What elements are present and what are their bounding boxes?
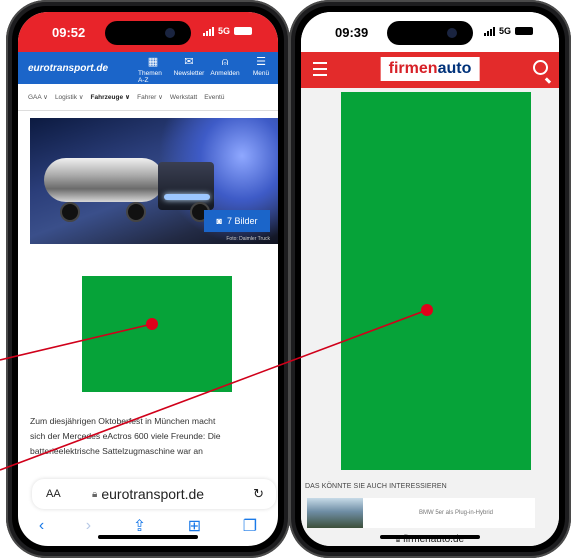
- status-time: 09:39: [335, 25, 369, 40]
- bookmarks-icon[interactable]: ⊞: [188, 516, 201, 536]
- nav-label: Newsletter: [173, 70, 205, 77]
- site-logo[interactable]: eurotransport.de: [28, 63, 108, 74]
- logo-part-firmen: firmen: [388, 60, 438, 77]
- dynamic-island: [387, 21, 473, 45]
- recommendation-title: BMW 5er als Plug-in-Hybrid: [419, 510, 494, 516]
- reload-icon[interactable]: ↻: [253, 486, 264, 502]
- category-fahrzeuge[interactable]: Fahrzeuge ∨: [91, 93, 131, 101]
- user-icon: ⍝: [221, 56, 229, 68]
- share-icon[interactable]: ⇪: [133, 516, 146, 536]
- hero-truck-lights: [164, 194, 210, 200]
- marker-dot-2: [421, 304, 433, 316]
- hero-wheel: [60, 202, 80, 222]
- camera-icon: ◙: [216, 216, 222, 226]
- screen-eurotransport: 09:52 5G eurotransport.de ▦ Themen A-Z ✉…: [18, 12, 278, 546]
- mail-icon: ✉: [184, 56, 194, 68]
- category-logistik[interactable]: Logistik ∨: [55, 93, 84, 101]
- phone-eurotransport: 09:52 5G eurotransport.de ▦ Themen A-Z ✉…: [6, 0, 290, 558]
- grid-icon: ▦: [147, 56, 159, 68]
- status-indicators: 5G: [483, 26, 533, 36]
- logo-part-auto: auto: [437, 60, 472, 77]
- nav-anmelden[interactable]: ⍝ Anmelden: [210, 56, 240, 84]
- network-label: 5G: [217, 26, 230, 36]
- ad-placeholder: [341, 92, 531, 470]
- search-icon[interactable]: [533, 60, 548, 75]
- signal-icon: [202, 26, 214, 36]
- address-bar[interactable]: AA 🔒︎ eurotransport.de ↻: [32, 479, 276, 509]
- category-fahrer[interactable]: Fahrer ∨: [137, 93, 163, 101]
- photo-credit: Foto: Daimler Truck: [226, 236, 270, 242]
- status-time: 09:52: [52, 25, 86, 40]
- camera-icon: [447, 28, 457, 38]
- tabs-icon[interactable]: ❐: [243, 516, 257, 536]
- camera-icon: [165, 28, 175, 38]
- signal-icon: [483, 26, 495, 36]
- dynamic-island: [105, 21, 191, 45]
- recommendations-heading: DAS KÖNNTE SIE AUCH INTERESSIEREN: [305, 483, 447, 490]
- hamburger-menu-icon[interactable]: [313, 62, 327, 76]
- back-icon[interactable]: ‹: [39, 517, 44, 535]
- nav-newsletter[interactable]: ✉ Newsletter: [173, 56, 205, 84]
- url-text: eurotransport.de: [101, 486, 205, 502]
- reader-options-button[interactable]: AA: [46, 488, 61, 500]
- article-line: Zum diesjährigen Oktoberfest in München …: [30, 416, 216, 426]
- marker-dot-1: [146, 318, 158, 330]
- article-line: sich der Mercedes eActros 600 viele Freu…: [30, 431, 221, 441]
- url-display[interactable]: 🔒︎ eurotransport.de: [92, 486, 204, 502]
- screen-firmenauto: 09:39 5G firmenauto DAS KÖNNTE SIE AUCH …: [301, 12, 559, 546]
- ad-placeholder: [82, 276, 232, 392]
- home-indicator[interactable]: [380, 535, 480, 539]
- home-indicator[interactable]: [98, 535, 198, 539]
- nav-label: Themen A-Z: [138, 70, 162, 84]
- hero-tank-trailer: [44, 158, 164, 202]
- article-text: Zum diesjährigen Oktoberfest in München …: [30, 414, 278, 459]
- category-werkstatt[interactable]: Werkstatt: [170, 94, 197, 101]
- gallery-count: 7 Bilder: [226, 216, 258, 226]
- nav-label: Anmelden: [210, 70, 240, 77]
- category-nav: GAA ∨ Logistik ∨ Fahrzeuge ∨ Fahrer ∨ We…: [18, 84, 278, 111]
- phone-firmenauto: 09:39 5G firmenauto DAS KÖNNTE SIE AUCH …: [289, 0, 571, 558]
- site-header: eurotransport.de ▦ Themen A-Z ✉ Newslett…: [18, 52, 278, 84]
- nav-themen[interactable]: ▦ Themen A-Z: [138, 56, 168, 84]
- category-events[interactable]: Eventü: [204, 94, 224, 101]
- status-indicators: 5G: [202, 26, 252, 36]
- forward-icon[interactable]: ›: [86, 517, 91, 535]
- lock-icon: 🔒︎: [92, 488, 98, 500]
- menu-icon: ☰: [256, 56, 266, 68]
- site-logo[interactable]: firmenauto: [380, 57, 480, 81]
- article-line: batterieelektrische Sattelzugmaschine wa…: [30, 446, 203, 456]
- battery-icon: [515, 27, 533, 35]
- gallery-button[interactable]: ◙ 7 Bilder: [204, 210, 270, 232]
- header-nav: ▦ Themen A-Z ✉ Newsletter ⍝ Anmelden ☰ M…: [138, 56, 276, 84]
- site-header: firmenauto: [301, 52, 559, 88]
- nav-menu[interactable]: ☰ Menü: [246, 56, 276, 84]
- recommendation-thumbnail: [307, 498, 363, 528]
- nav-label: Menü: [252, 70, 270, 77]
- hero-wheel: [126, 202, 146, 222]
- network-label: 5G: [498, 26, 511, 36]
- hero-image[interactable]: ◙ 7 Bilder Foto: Daimler Truck: [30, 118, 278, 244]
- recommendation-item[interactable]: BMW 5er als Plug-in-Hybrid: [307, 498, 535, 528]
- battery-icon: [234, 27, 252, 35]
- category-gaa[interactable]: GAA ∨: [28, 93, 48, 101]
